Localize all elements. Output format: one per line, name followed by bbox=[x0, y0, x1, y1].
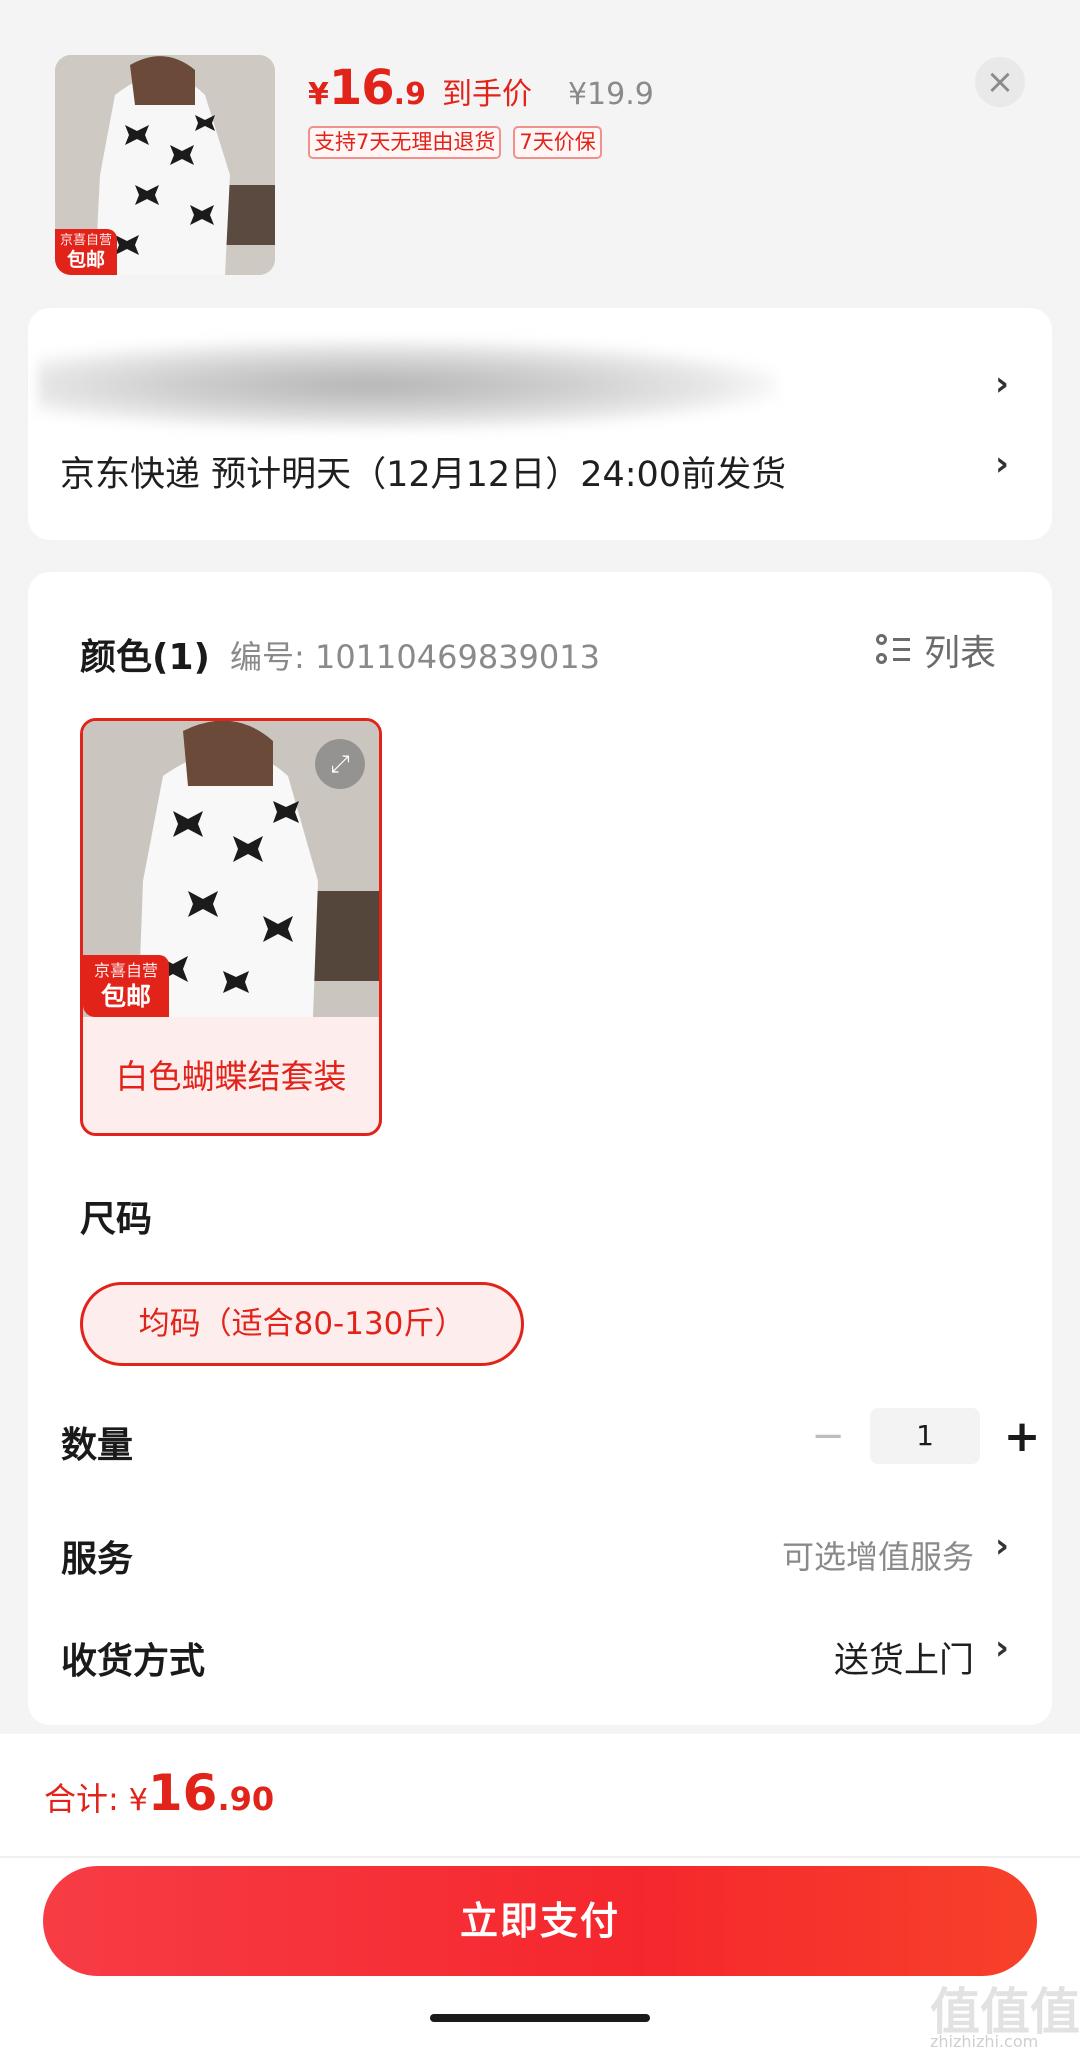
total-label: 合计: bbox=[44, 1780, 119, 1818]
price-currency: ¥ bbox=[308, 77, 329, 112]
service-value[interactable]: 可选增值服务 bbox=[782, 1532, 974, 1578]
close-icon: × bbox=[985, 62, 1015, 102]
price-integer: 16 bbox=[328, 60, 395, 116]
watermark-url: zhizhizhi.com bbox=[930, 2032, 1039, 2051]
total-price: 合计: ¥ 16 .90 bbox=[44, 1764, 274, 1822]
service-label: 服务 bbox=[61, 1539, 134, 1580]
badge-top-text: 京喜自营 bbox=[93, 961, 158, 980]
service-tags: 支持7天无理由退货 7天价保 bbox=[308, 126, 602, 160]
list-icon bbox=[876, 633, 910, 667]
divider bbox=[0, 1856, 1080, 1858]
delivery-method-value[interactable]: 送货上门 bbox=[834, 1632, 974, 1683]
expand-icon[interactable]: ⤢ bbox=[315, 739, 365, 789]
address-card[interactable]: › 京东快递 预计明天（12月12日）24:00前发货 › bbox=[28, 308, 1052, 540]
pay-now-button[interactable]: 立即支付 bbox=[43, 1866, 1037, 1976]
shipping-estimate: 京东快递 预计明天（12月12日）24:00前发货 bbox=[60, 455, 787, 495]
price-label: 到手价 bbox=[441, 77, 532, 112]
price-decimal: .9 bbox=[393, 77, 426, 112]
price-row: ¥ 16 .9 到手价 ¥19.9 bbox=[308, 60, 654, 120]
price-protect-tag: 7天价保 bbox=[513, 126, 602, 160]
chevron-right-icon[interactable]: › bbox=[995, 1526, 1009, 1566]
product-thumbnail: 京喜自营 包邮 bbox=[55, 55, 275, 275]
badge-bottom-text: 包邮 bbox=[100, 982, 151, 1011]
sku-number: 编号: 10110469839013 bbox=[230, 638, 600, 676]
quantity-input[interactable]: 1 bbox=[870, 1408, 980, 1464]
total-integer: 16 bbox=[147, 1764, 218, 1822]
quantity-stepper: − 1 + bbox=[798, 1408, 1052, 1464]
delivery-method-label: 收货方式 bbox=[61, 1641, 206, 1682]
sku-selector-sheet: 京喜自营 包邮 ¥ 16 .9 到手价 ¥19.9 支持7天无理由退货 7天价保… bbox=[0, 0, 1080, 2058]
chevron-right-icon[interactable]: › bbox=[995, 444, 1009, 484]
checkout-bar: 合计: ¥ 16 .90 立即支付 值值值 zhizhizhi.com bbox=[0, 1734, 1080, 2058]
free-shipping-badge: 京喜自营 包邮 bbox=[55, 229, 117, 275]
quantity-label: 数量 bbox=[61, 1425, 134, 1466]
list-view-toggle[interactable]: 列表 bbox=[876, 624, 996, 676]
original-price: ¥19.9 bbox=[567, 77, 654, 112]
close-button[interactable]: × bbox=[975, 57, 1025, 107]
chevron-right-icon[interactable]: › bbox=[995, 1628, 1009, 1668]
quantity-plus-button[interactable]: + bbox=[992, 1411, 1052, 1462]
home-indicator[interactable] bbox=[430, 2014, 650, 2022]
badge-bottom-text: 包邮 bbox=[66, 249, 105, 271]
list-view-label: 列表 bbox=[924, 633, 997, 674]
free-shipping-badge: 京喜自营 包邮 bbox=[83, 955, 169, 1017]
return-policy-tag: 支持7天无理由退货 bbox=[308, 126, 502, 160]
options-card: 颜色(1) 编号: 10110469839013 列表 ⤢ 京喜自营 包邮 白色… bbox=[28, 572, 1052, 1725]
color-option-image: ⤢ 京喜自营 包邮 bbox=[83, 721, 379, 1017]
total-decimal: .90 bbox=[217, 1780, 275, 1818]
chevron-right-icon[interactable]: › bbox=[995, 364, 1009, 404]
size-option-selected[interactable]: 均码（适合80-130斤） bbox=[80, 1282, 524, 1366]
blurred-address bbox=[38, 340, 778, 430]
color-option-selected[interactable]: ⤢ 京喜自营 包邮 白色蝴蝶结套装 bbox=[80, 718, 382, 1136]
quantity-minus-button[interactable]: − bbox=[798, 1413, 858, 1459]
badge-top-text: 京喜自营 bbox=[59, 233, 112, 248]
size-section-title: 尺码 bbox=[80, 1199, 153, 1240]
color-option-label: 白色蝴蝶结套装 bbox=[115, 1057, 347, 1096]
color-section-title: 颜色(1) bbox=[80, 637, 210, 678]
total-currency: ¥ bbox=[128, 1783, 148, 1818]
